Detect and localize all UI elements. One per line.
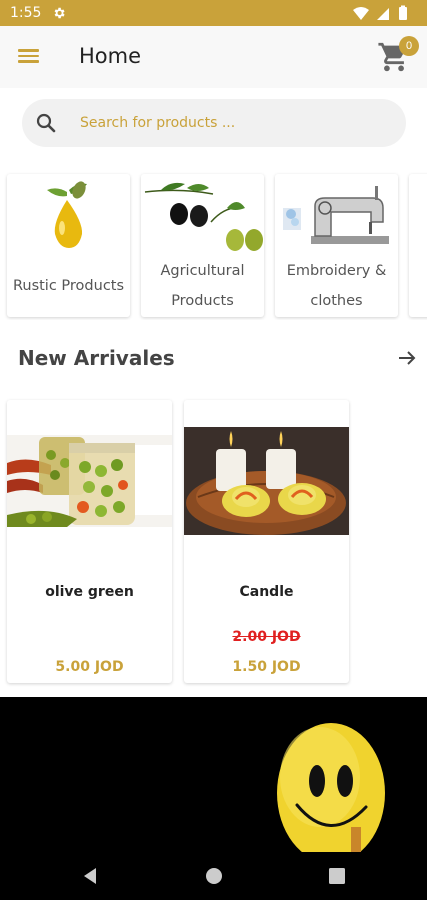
signal-icon <box>377 8 389 20</box>
new-arrivals-header: New Arrivales <box>0 336 427 380</box>
hamburger-menu-icon[interactable] <box>18 46 44 66</box>
search-icon <box>36 113 56 133</box>
pickled-olives-jar-image <box>7 435 172 527</box>
recents-icon[interactable] <box>325 864 349 888</box>
product-card-olive-green[interactable]: olive green 5.00 JOD <box>7 400 172 683</box>
home-icon[interactable] <box>202 864 226 888</box>
search-placeholder: Search for products ... <box>80 115 236 131</box>
olive-oil-drop-image <box>47 181 87 248</box>
arrow-right-icon[interactable] <box>395 346 419 370</box>
product-name: Candle <box>239 584 294 600</box>
cart-button[interactable]: 0 <box>377 34 419 74</box>
candle-basket-image <box>184 427 349 535</box>
category-embroidery-clothes[interactable]: Embroidery & clothes <box>275 174 398 317</box>
category-label-line1: Embroidery & <box>286 263 387 279</box>
product-price: 5.00 JOD <box>55 659 124 675</box>
wifi-icon <box>353 7 369 20</box>
category-list: Rustic Products Agricultural Products Em… <box>0 172 427 320</box>
category-label-line2: Products <box>171 293 234 309</box>
product-old-price: 2.00 JOD <box>232 629 301 645</box>
search-input[interactable]: Search for products ... <box>22 99 406 147</box>
product-name: olive green <box>45 584 134 600</box>
olive-branch-image <box>144 182 263 251</box>
section-title: New Arrivales <box>18 346 175 370</box>
app-bar: Home 0 <box>0 26 427 88</box>
smiley-banner[interactable] <box>0 697 427 852</box>
system-status-icons <box>353 5 407 20</box>
gear-icon <box>54 7 65 19</box>
category-card-partial[interactable] <box>409 174 427 317</box>
category-label-line2: clothes <box>310 293 363 309</box>
status-bar: 1:55 <box>0 0 427 26</box>
product-card-candle[interactable]: Candle 2.00 JOD 1.50 JOD <box>184 400 349 683</box>
category-rustic-products[interactable]: Rustic Products <box>7 174 130 317</box>
smiley-face-image <box>277 723 385 852</box>
status-time: 1:55 <box>10 5 42 21</box>
category-label-line1: Agricultural <box>160 263 245 279</box>
back-icon[interactable] <box>78 864 102 888</box>
category-agricultural-products[interactable]: Agricultural Products <box>141 174 264 317</box>
sewing-machine-image <box>283 186 389 244</box>
category-label: Rustic Products <box>12 278 125 294</box>
cart-count-badge: 0 <box>399 36 419 56</box>
battery-icon <box>399 7 407 20</box>
page-title: Home <box>79 44 142 68</box>
product-price: 1.50 JOD <box>232 659 301 675</box>
system-navigation-bar <box>0 852 427 900</box>
